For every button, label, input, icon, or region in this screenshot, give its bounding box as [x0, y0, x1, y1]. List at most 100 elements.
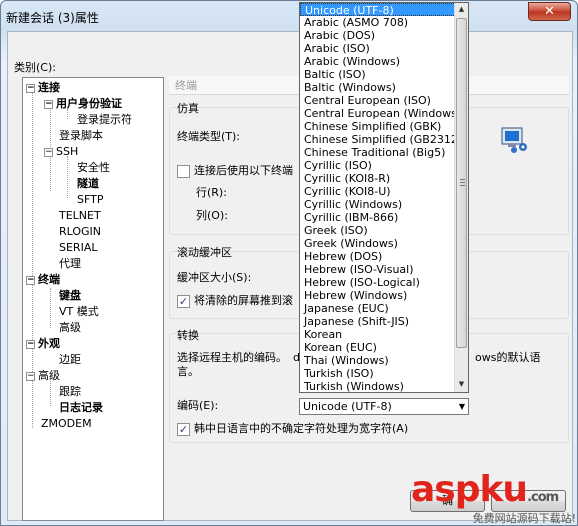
ok-button[interactable]: 确: [410, 490, 485, 512]
tree-item-label: RLOGIN: [59, 225, 102, 238]
cancel-button[interactable]: [491, 490, 566, 512]
grip-line: [460, 182, 465, 183]
window-title: 新建会话 (3)属性: [6, 11, 99, 25]
encoding-option[interactable]: Hebrew (Windows): [300, 289, 468, 302]
collapse-icon[interactable]: −: [44, 99, 53, 109]
encoding-option[interactable]: Hebrew (DOS): [300, 250, 468, 263]
dropdown-arrow-icon[interactable]: ▼: [459, 399, 465, 414]
rows-label: 行(R):: [196, 186, 227, 199]
tree-item-keyboard[interactable]: 键盘: [59, 288, 81, 303]
encoding-option[interactable]: Greek (Windows): [300, 237, 468, 250]
tree-item-label: 高级: [38, 369, 60, 382]
tree-item-tunnel[interactable]: 隧道: [77, 176, 99, 191]
tree-item-label: 登录脚本: [59, 129, 103, 142]
encoding-option[interactable]: Cyrillic (IBM-866): [300, 211, 468, 224]
tree-item-zmodem[interactable]: ZMODEM: [41, 416, 92, 431]
category-tree[interactable]: − 连接 − 用户身份验证 登录提示符 登录脚本 − SSH 安全性 隧道 SFTP …: [22, 77, 164, 521]
encoding-option[interactable]: Cyrillic (KOI8-R): [300, 172, 468, 185]
encoding-option[interactable]: Arabic (DOS): [300, 29, 468, 42]
encoding-option[interactable]: Turkish (Windows): [300, 380, 468, 392]
tree-item-label: TELNET: [59, 209, 101, 222]
tree-item-login-script[interactable]: 登录脚本: [59, 128, 103, 143]
encoding-option[interactable]: Thai (Windows): [300, 354, 468, 367]
collapse-icon[interactable]: −: [44, 147, 53, 157]
tree-item-label: VT 模式: [59, 305, 99, 318]
scroll-up-icon[interactable]: ▲: [455, 3, 468, 16]
cjk-ambiguous-label: 韩中日语言中的不确定字符处理为宽字符(A): [194, 422, 409, 435]
grip-line: [460, 179, 465, 180]
dropdown-scrollbar[interactable]: ▲ ▼: [454, 3, 468, 392]
encoding-option[interactable]: Korean (EUC): [300, 341, 468, 354]
encoding-option[interactable]: Greek (ISO): [300, 224, 468, 237]
encoding-option[interactable]: Arabic (ASMO 708): [300, 16, 468, 29]
tree-item-label: 安全性: [77, 161, 110, 174]
collapse-icon[interactable]: −: [26, 339, 35, 349]
tree-item-label: ZMODEM: [41, 417, 92, 430]
tree-item-telnet[interactable]: TELNET: [59, 208, 101, 223]
tree-item-label: 登录提示符: [77, 113, 132, 126]
encoding-dropdown-list[interactable]: Unicode (UTF-8) Arabic (ASMO 708) Arabic (…: [299, 2, 469, 393]
terminal-monitor-icon: [501, 127, 527, 153]
category-label: 类别(C):: [14, 61, 56, 74]
tree-item-login-prompts[interactable]: 登录提示符: [77, 112, 132, 127]
tree-item-label: 连接: [38, 81, 60, 94]
scroll-down-icon[interactable]: ▼: [455, 378, 468, 391]
tree-item-rlogin[interactable]: RLOGIN: [59, 224, 101, 239]
tree-item-terminal-advanced[interactable]: 高级: [59, 320, 81, 335]
cols-label: 列(O):: [196, 209, 228, 222]
encoding-option[interactable]: Chinese Simplified (GB2312): [300, 133, 468, 146]
conversion-group-title: 转换: [177, 329, 199, 342]
encoding-option[interactable]: Arabic (ISO): [300, 42, 468, 55]
encoding-option[interactable]: Arabic (Windows): [300, 55, 468, 68]
collapse-icon[interactable]: −: [26, 83, 35, 93]
tree-item-label: 用户身份验证: [56, 97, 122, 110]
encoding-option[interactable]: Central European (Windows): [300, 107, 468, 120]
tree-item-advanced[interactable]: − 高级: [26, 368, 60, 383]
tree-item-appearance[interactable]: − 外观: [26, 336, 60, 351]
tree-item-vt-mode[interactable]: VT 模式: [59, 304, 99, 319]
encoding-option[interactable]: Hebrew (ISO-Visual): [300, 263, 468, 276]
tree-item-connection[interactable]: − 连接: [26, 80, 60, 95]
use-terminal-checkbox[interactable]: [177, 165, 190, 178]
tree-item-logging[interactable]: 日志记录: [59, 400, 103, 415]
tree-item-sftp[interactable]: SFTP: [77, 192, 103, 207]
encoding-option[interactable]: Cyrillic (KOI8-U): [300, 185, 468, 198]
encoding-option[interactable]: Cyrillic (Windows): [300, 198, 468, 211]
collapse-icon[interactable]: −: [26, 371, 35, 381]
encoding-label: 编码(E):: [177, 399, 219, 412]
encoding-option[interactable]: Baltic (Windows): [300, 81, 468, 94]
encoding-option[interactable]: Hebrew (ISO-Logical): [300, 276, 468, 289]
encoding-option[interactable]: Japanese (Shift-JIS): [300, 315, 468, 328]
encoding-option[interactable]: Korean: [300, 328, 468, 341]
tree-item-label: SERIAL: [59, 241, 98, 254]
tree-item-terminal[interactable]: − 终端: [26, 272, 60, 287]
scroll-thumb[interactable]: [456, 18, 467, 348]
tree-item-margins[interactable]: 边距: [59, 352, 81, 367]
encoding-option[interactable]: Unicode (UTF-8): [300, 3, 468, 17]
encoding-option[interactable]: Chinese Traditional (Big5): [300, 146, 468, 159]
tree-item-auth[interactable]: − 用户身份验证: [44, 96, 122, 111]
close-button[interactable]: ✕: [528, 2, 571, 21]
cjk-ambiguous-checkbox[interactable]: ✓: [177, 423, 190, 436]
tree-item-label: SSH: [56, 145, 79, 158]
tree-item-ssh[interactable]: − SSH: [44, 144, 78, 159]
tree-item-security[interactable]: 安全性: [77, 160, 110, 175]
collapse-icon[interactable]: −: [26, 275, 35, 285]
push-cleared-checkbox[interactable]: ✓: [177, 295, 190, 308]
tree-item-label: 代理: [59, 257, 81, 270]
tree-item-proxy[interactable]: 代理: [59, 256, 81, 271]
tree-item-label: 隧道: [77, 177, 99, 190]
emulation-group-title: 仿真: [177, 102, 199, 115]
encoding-option[interactable]: Japanese (EUC): [300, 302, 468, 315]
title-bar: 新建会话 (3)属性 ✕: [1, 1, 577, 31]
encoding-option[interactable]: Central European (ISO): [300, 94, 468, 107]
tree-item-serial[interactable]: SERIAL: [59, 240, 97, 255]
encoding-select[interactable]: Unicode (UTF-8) ▼: [299, 398, 469, 415]
encoding-option[interactable]: Cyrillic (ISO): [300, 159, 468, 172]
encoding-option[interactable]: Baltic (ISO): [300, 68, 468, 81]
tree-item-trace[interactable]: 跟踪: [59, 384, 81, 399]
encoding-option[interactable]: Turkish (ISO): [300, 367, 468, 380]
tree-item-label: 边距: [59, 353, 81, 366]
tree-line: [50, 288, 51, 328]
encoding-option[interactable]: Chinese Simplified (GBK): [300, 120, 468, 133]
